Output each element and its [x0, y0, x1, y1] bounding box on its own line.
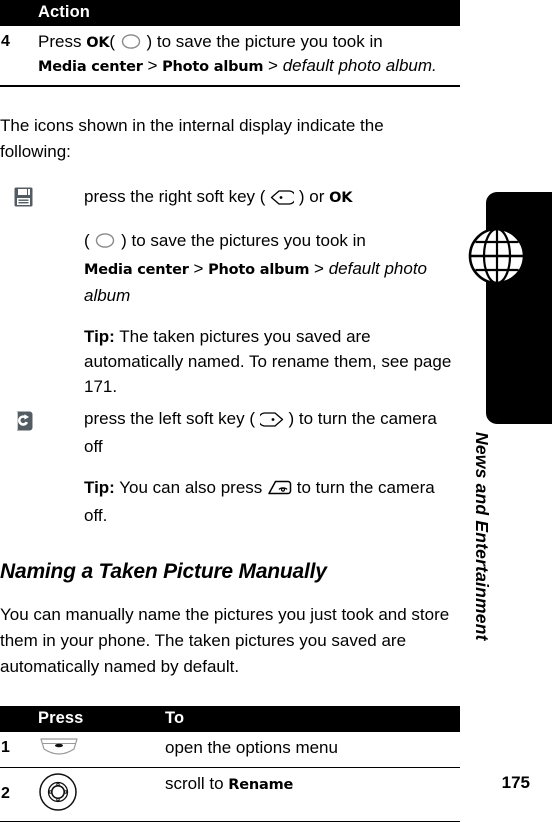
action-ok-label: OK — [86, 35, 110, 51]
icon-definition-list: press the right soft key ( ) or OK ( ) t… — [0, 183, 460, 534]
camera-off-line-1: press the left soft key ( ) to turn the … — [84, 406, 459, 459]
action-sep-1: > — [142, 56, 163, 75]
save-floppy-icon — [14, 187, 33, 212]
page-number: 175 — [501, 773, 530, 792]
navigation-wheel-icon-cell — [38, 767, 165, 822]
save-line1-pre: press the right soft key ( — [84, 187, 271, 206]
action-sep-2: > — [263, 56, 283, 75]
icon-definition-item: press the right soft key ( ) or OK ( ) t… — [0, 183, 460, 405]
save-path-2: Photo album — [208, 262, 310, 278]
press-header-spacer — [0, 706, 38, 732]
save-icon-line-2: ( ) to save the pictures you took in Med… — [84, 228, 459, 308]
action-row-number: 4 — [0, 26, 38, 87]
camera-off-icon — [14, 411, 33, 436]
action-path-3: default photo album. — [282, 56, 437, 75]
press-row-number: 2 — [0, 767, 38, 822]
save-line2-pre: ( — [84, 231, 95, 250]
rename-menu-label: Rename — [228, 777, 294, 793]
action-table-header-row: Action — [0, 0, 460, 26]
save-floppy-icon-cell — [0, 183, 83, 405]
center-select-key-icon — [94, 231, 116, 256]
camera-off-tip: Tip: You can also press to turn the came… — [84, 475, 459, 528]
save-icon-tip: Tip: The taken pictures you saved are au… — [84, 324, 459, 399]
tip-text: The taken pictures you saved are automat… — [84, 327, 452, 396]
save-line1-mid: ) or — [294, 187, 330, 206]
action-paren-close: ) to save the picture you took in — [141, 32, 383, 51]
left-soft-key-icon — [257, 409, 284, 434]
soft-key-button-icon — [38, 736, 80, 763]
save-sep-2: > — [309, 259, 329, 278]
press-table-row: 2 scroll to Rename — [0, 767, 460, 822]
globe-icon — [466, 225, 528, 287]
press-to-table: Press To 1 open the options menu 2 scrol… — [0, 706, 460, 822]
action-table: Action 4 Press OK( ) to save the picture… — [0, 0, 460, 87]
action-header-label: Action — [38, 3, 90, 21]
end-key-icon — [267, 478, 292, 503]
center-select-key-icon — [120, 33, 142, 55]
press-row-to-text: open the options menu — [165, 732, 460, 768]
section-heading: Naming a Taken Picture Manually — [0, 560, 327, 583]
save-icon-description: press the right soft key ( ) or OK ( ) t… — [83, 183, 460, 405]
press-row-number: 1 — [0, 732, 38, 768]
press-table-row: 1 open the options menu — [0, 732, 460, 768]
to-header-label: To — [165, 709, 185, 727]
camera-off-description: press the left soft key ( ) to turn the … — [83, 405, 460, 534]
chapter-label: News and Entertainment — [472, 432, 492, 641]
main-content: Action 4 Press OK( ) to save the picture… — [0, 0, 460, 822]
press-row-to-text: scroll to Rename — [165, 767, 460, 822]
navigation-wheel-icon — [38, 772, 78, 817]
save-path-1: Media center — [84, 262, 189, 278]
action-path-1: Media center — [38, 59, 143, 75]
camera-line1-pre: press the left soft key ( — [84, 409, 260, 428]
action-header-spacer — [0, 0, 38, 26]
save-sep-1: > — [188, 259, 209, 278]
intro-paragraph: The icons shown in the internal display … — [0, 116, 384, 161]
right-soft-key-icon — [270, 187, 297, 212]
press-header-label: Press — [38, 709, 84, 727]
tip-label: Tip: — [84, 327, 115, 346]
save-line2-post: ) to save the pictures you took in — [116, 231, 366, 250]
action-path-2: Photo album — [162, 59, 264, 75]
action-row-text: Press OK( ) to save the picture you took… — [38, 26, 460, 87]
scroll-text-pre: scroll to — [165, 774, 229, 793]
tip-label: Tip: — [84, 478, 115, 497]
action-text-pre: Press — [38, 32, 87, 51]
save-icon-line-1: press the right soft key ( ) or OK — [84, 184, 459, 212]
soft-key-button-icon-cell — [38, 732, 165, 768]
section-paragraph: You can manually name the pictures you j… — [0, 605, 450, 676]
press-table-header-row: Press To — [0, 706, 460, 732]
manual-page: Action 4 Press OK( ) to save the picture… — [0, 0, 552, 822]
action-table-row: 4 Press OK( ) to save the picture you to… — [0, 26, 460, 87]
action-paren-open: ( — [109, 32, 120, 51]
camera-off-icon-cell — [0, 405, 83, 534]
icon-definition-item: press the left soft key ( ) to turn the … — [0, 405, 460, 534]
tip-text-pre: You can also press — [114, 478, 268, 497]
save-line1-ok: OK — [329, 190, 353, 206]
